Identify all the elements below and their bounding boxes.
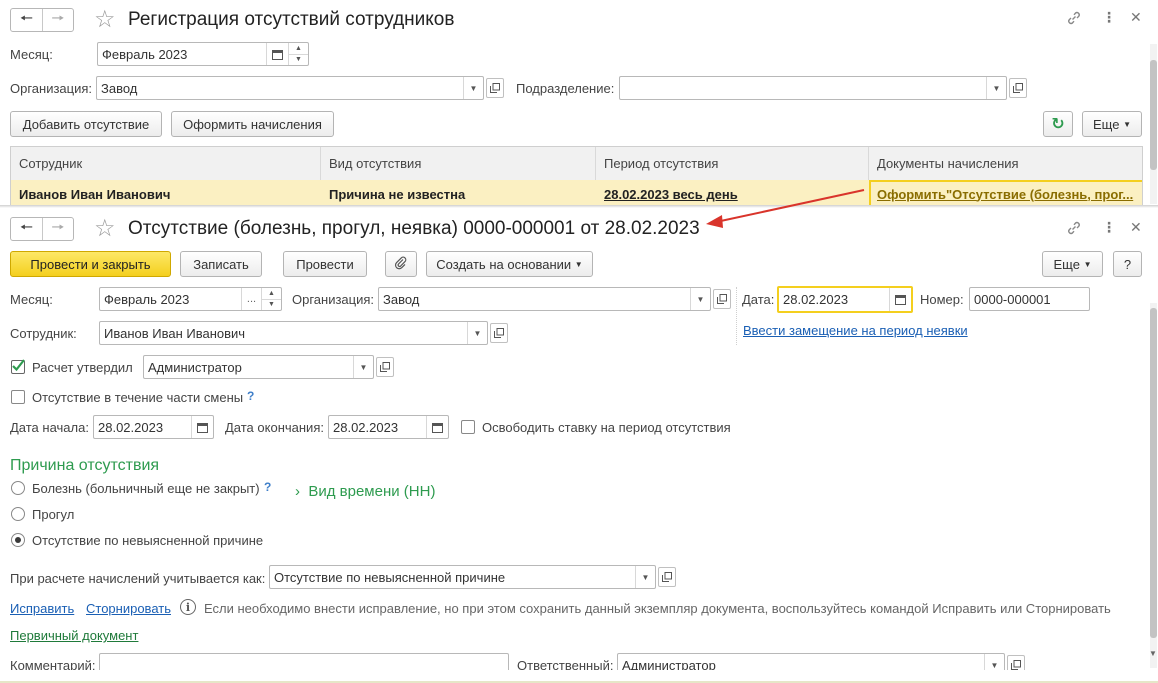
annotation-arrow bbox=[706, 189, 865, 228]
